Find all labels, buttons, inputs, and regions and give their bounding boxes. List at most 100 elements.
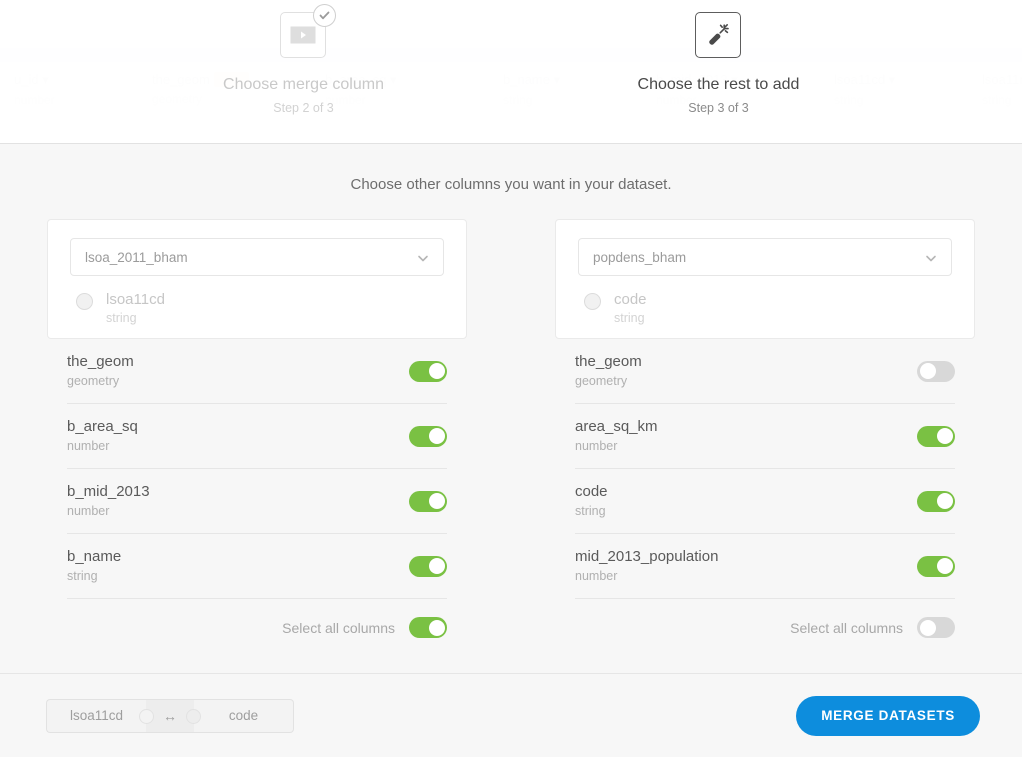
- step-3-icon-wrap: [694, 12, 743, 60]
- toggle-knob: [428, 363, 445, 379]
- column-row: mid_2013_populationnumber: [575, 534, 955, 599]
- column-toggle[interactable]: [409, 555, 447, 577]
- column-label: the_geom geometry: [575, 353, 642, 389]
- select-all-toggle[interactable]: [917, 617, 955, 638]
- column-row: code string: [575, 469, 955, 534]
- magic-wand-icon: [694, 12, 741, 58]
- merge-key-label: lsoa11cd string: [106, 290, 165, 325]
- wizard-steps: Choose merge column Step 2 of 3 Choose t…: [0, 0, 1022, 117]
- column-row: b_mid_2013number: [67, 469, 447, 534]
- dataset-select[interactable]: popdens_bham: [578, 238, 952, 276]
- select-all-row: Select all columns: [47, 599, 467, 638]
- merge-key-row: lsoa11cd string: [70, 290, 444, 325]
- merge-key-type: string: [106, 311, 137, 325]
- chevron-down-icon: [417, 251, 429, 263]
- check-icon: [312, 4, 336, 27]
- join-left-key: lsoa11cd: [46, 698, 146, 733]
- wizard-step-3[interactable]: Choose the rest to add Step 3 of 3: [601, 12, 836, 117]
- merge-step-content: Choose other columns you want in your da…: [0, 144, 1022, 757]
- join-right-key: code: [194, 698, 294, 733]
- dataset-panel-left: lsoa_2011_bham lsoa11cd string the_geomgeom…: [47, 219, 467, 638]
- instruction-text: Choose other columns you want in your da…: [350, 176, 672, 193]
- footer-bar: lsoa11cd ↔ code MERGE DATASETS: [0, 673, 1022, 757]
- column-type: string: [67, 569, 98, 583]
- column-type: number: [575, 569, 618, 583]
- column-toggle[interactable]: [917, 425, 955, 447]
- chevron-down-icon: [925, 251, 937, 263]
- column-list: the_geom geometry b_area_sq number b_mid_201…: [47, 339, 467, 599]
- dataset-select[interactable]: lsoa_2011_bham: [70, 238, 444, 276]
- column-name: b_area_sq: [67, 418, 138, 435]
- dataset-select-value: lsoa_2011_bham: [85, 249, 188, 265]
- step-3-title: Choose the rest to add: [637, 76, 800, 93]
- merge-datasets-button[interactable]: MERGE DATASETS: [796, 695, 980, 736]
- step-2-title: Choose merge column: [223, 76, 384, 93]
- bidirectional-arrow-icon: ↔: [163, 707, 177, 724]
- column-label: b_area_sqnumber: [67, 418, 138, 454]
- toggle-knob: [428, 619, 445, 636]
- step-2-icon-wrap: [279, 4, 336, 60]
- radio-icon: [584, 293, 601, 310]
- wizard-header: Choose merge column Step 2 of 3 Choose t…: [0, 0, 1022, 144]
- column-name: the_geom: [575, 353, 642, 370]
- join-notch-right: [186, 709, 201, 724]
- toggle-knob: [936, 493, 953, 509]
- wizard-step-2[interactable]: Choose merge column Step 2 of 3: [186, 4, 421, 117]
- toggle-knob: [428, 428, 445, 444]
- select-all-toggle[interactable]: [409, 617, 447, 638]
- column-toggle[interactable]: [917, 490, 955, 512]
- step-3-subtitle: Step 3 of 3: [688, 101, 749, 115]
- merge-key-card: lsoa_2011_bham lsoa11cd string: [47, 219, 467, 339]
- column-label: b_namestring: [67, 548, 121, 584]
- column-toggle[interactable]: [409, 360, 447, 382]
- merge-key-name: lsoa11cd: [106, 291, 165, 308]
- column-label: the_geom geometry: [67, 353, 134, 389]
- column-row: the_geom geometry: [67, 339, 447, 404]
- column-row: b_area_sqnumber: [67, 404, 447, 469]
- column-toggle[interactable]: [409, 425, 447, 447]
- column-type: number: [575, 439, 618, 453]
- toggle-knob: [919, 619, 936, 636]
- column-label: b_mid_2013number: [67, 483, 150, 519]
- toggle-knob: [936, 558, 953, 574]
- toggle-knob: [428, 558, 445, 574]
- column-label: code string: [575, 483, 608, 519]
- column-type: geometry: [67, 374, 120, 388]
- merge-key-label: code string: [614, 290, 647, 325]
- dataset-select-value: popdens_bham: [593, 249, 687, 265]
- join-connector: ↔: [139, 698, 201, 733]
- merge-key-type: string: [614, 311, 645, 325]
- column-name: mid_2013_population: [575, 548, 719, 565]
- column-row: the_geom geometry: [575, 339, 955, 404]
- column-label: area_sq_kmnumber: [575, 418, 658, 454]
- select-all-row: Select all columns: [555, 599, 975, 638]
- column-type: string: [575, 504, 606, 518]
- select-all-label: Select all columns: [282, 619, 395, 636]
- radio-icon: [76, 293, 93, 310]
- column-toggle[interactable]: [917, 555, 955, 577]
- merge-key-name: code: [614, 291, 647, 308]
- dataset-panel-right: popdens_bhamcode string the_geom geometry ar…: [555, 219, 975, 638]
- column-type: geometry: [575, 374, 628, 388]
- column-row: b_namestring: [67, 534, 447, 599]
- column-name: the_geom: [67, 353, 134, 370]
- column-label: mid_2013_populationnumber: [575, 548, 718, 584]
- column-name: b_mid_2013: [67, 483, 150, 500]
- dataset-panels: lsoa_2011_bham lsoa11cd string the_geomgeom…: [0, 193, 1022, 638]
- step-2-subtitle: Step 2 of 3: [273, 101, 334, 115]
- column-name: code: [575, 483, 608, 500]
- merge-key-joiner[interactable]: lsoa11cd ↔ code: [46, 698, 294, 733]
- column-name: area_sq_km: [575, 418, 658, 435]
- column-toggle[interactable]: [409, 490, 447, 512]
- merge-key-card: popdens_bhamcode string: [555, 219, 975, 339]
- join-notch-left: [139, 709, 154, 724]
- column-type: number: [67, 504, 110, 518]
- column-toggle[interactable]: [917, 360, 955, 382]
- column-name: b_name: [67, 548, 122, 565]
- column-list: the_geom geometry area_sq_km number code stri…: [555, 339, 975, 599]
- column-row: area_sq_kmnumber: [575, 404, 955, 469]
- column-type: number: [67, 439, 110, 453]
- select-all-label: Select all columns: [790, 619, 903, 636]
- toggle-knob: [936, 428, 953, 444]
- toggle-knob: [919, 363, 936, 379]
